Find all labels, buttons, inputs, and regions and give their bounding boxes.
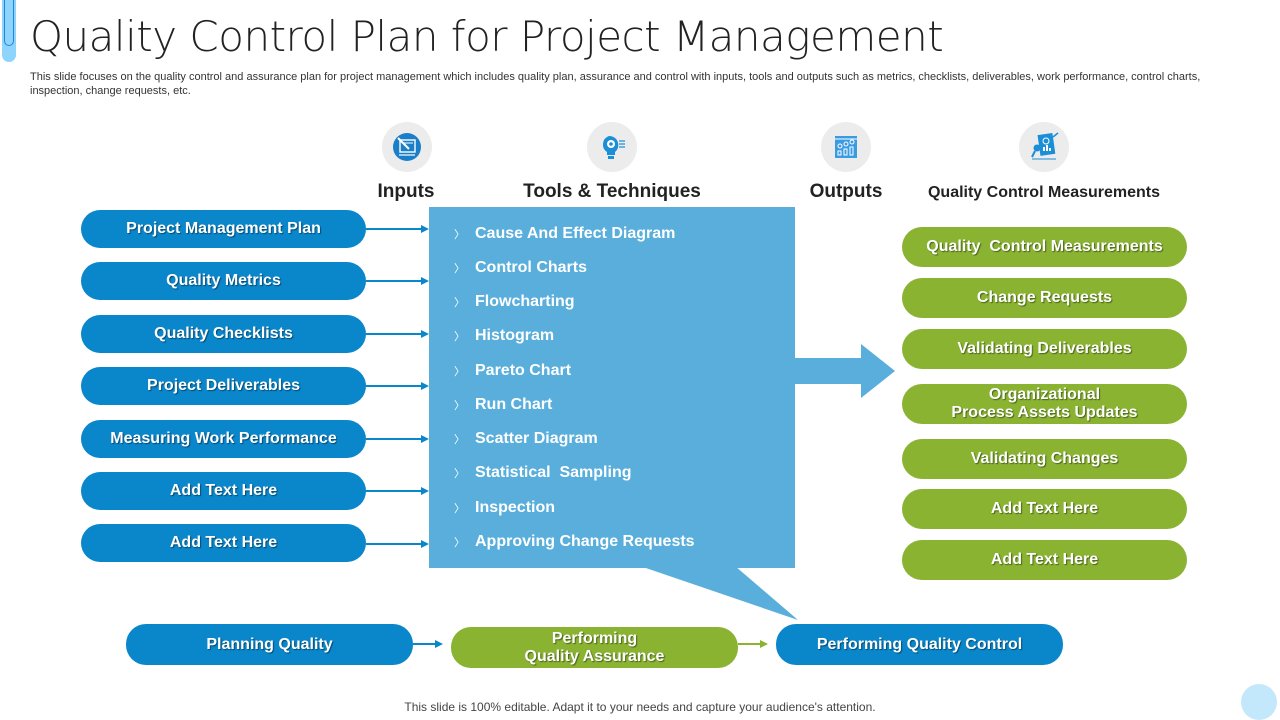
chevron-right-icon: 〉 (454, 537, 465, 549)
tool-item: 〉 Histogram (454, 327, 554, 345)
output-pill[interactable]: Add Text Here (902, 540, 1187, 580)
output-pill[interactable]: Organizational Process Assets Updates (902, 384, 1187, 424)
tool-item-label: Cause And Effect Diagram (475, 225, 676, 242)
chevron-right-icon: 〉 (454, 297, 465, 309)
chevron-right-icon: 〉 (454, 400, 465, 412)
chevron-right-icon: 〉 (454, 468, 465, 480)
tool-item-label: Statistical Sampling (475, 464, 632, 481)
input-pill[interactable]: Add Text Here (81, 472, 366, 510)
tools-callout-tail (640, 566, 798, 620)
tool-item-label: Histogram (475, 327, 555, 344)
tools-icon-badge (587, 122, 637, 172)
input-arrow (366, 487, 429, 495)
input-arrow (366, 277, 429, 285)
tool-item-label: Approving Change Requests (475, 533, 695, 550)
tool-item: 〉 Pareto Chart (454, 362, 571, 380)
input-pill[interactable]: Quality Metrics (81, 262, 366, 300)
output-pill[interactable]: Quality Control Measurements (902, 227, 1187, 267)
outputs-icon-badge (821, 122, 871, 172)
input-pill[interactable]: Project Deliverables (81, 367, 366, 405)
input-arrow (366, 435, 429, 443)
footer-note: This slide is 100% editable. Adapt it to… (404, 700, 876, 714)
tool-item: 〉 Control Charts (454, 259, 587, 277)
tool-item: 〉 Inspection (454, 499, 555, 517)
tool-item-label: Scatter Diagram (475, 430, 598, 447)
input-arrow (366, 330, 429, 338)
output-pill[interactable]: Validating Deliverables (902, 329, 1187, 369)
input-pill[interactable]: Measuring Work Performance (81, 420, 366, 458)
inputs-icon-badge (382, 122, 432, 172)
chevron-right-icon: 〉 (454, 331, 465, 343)
column-heading-qc-measurements: Quality Control Measurements (927, 184, 1161, 201)
tool-item-label: Inspection (475, 499, 556, 516)
tool-item: 〉 Cause And Effect Diagram (454, 225, 675, 243)
report-analysis-icon (1031, 132, 1059, 160)
dashboard-chart-icon (835, 136, 857, 158)
chevron-right-icon: 〉 (454, 229, 465, 241)
tool-item: 〉 Statistical Sampling (454, 464, 631, 482)
lightbulb-gear-icon (602, 135, 625, 159)
tool-item: 〉 Scatter Diagram (454, 430, 598, 448)
chevron-right-icon: 〉 (454, 366, 465, 378)
column-heading-outputs: Outputs (809, 181, 883, 202)
process-step-quality-control[interactable]: Performing Quality Control (776, 624, 1063, 665)
project-plan-icon (393, 133, 421, 161)
chevron-right-icon: 〉 (454, 503, 465, 515)
output-pill[interactable]: Change Requests (902, 278, 1187, 318)
qc-measurements-icon-badge (1019, 122, 1069, 172)
tool-item-label: Run Chart (475, 396, 553, 413)
tool-item-label: Flowcharting (475, 293, 575, 310)
corner-decoration-circle (1241, 684, 1277, 720)
tool-item: 〉 Approving Change Requests (454, 533, 695, 551)
column-heading-inputs: Inputs (377, 181, 435, 202)
input-pill[interactable]: Project Management Plan (81, 210, 366, 248)
input-arrow (366, 540, 429, 548)
tool-item: 〉 Flowcharting (454, 293, 575, 311)
input-arrow (366, 225, 429, 233)
output-pill[interactable]: Validating Changes (902, 439, 1187, 479)
tool-item: 〉 Run Chart (454, 396, 552, 414)
input-pill[interactable]: Quality Checklists (81, 315, 366, 353)
tool-item-label: Pareto Chart (475, 362, 572, 379)
tool-item-label: Control Charts (475, 259, 587, 276)
chevron-right-icon: 〉 (454, 263, 465, 275)
tools-to-outputs-arrow (795, 344, 895, 398)
column-heading-tools: Tools & Techniques (523, 181, 701, 202)
input-pill[interactable]: Add Text Here (81, 524, 366, 562)
process-step-planning-quality[interactable]: Planning Quality (126, 624, 413, 665)
process-arrow (413, 640, 443, 648)
slide-subtitle: This slide focuses on the quality contro… (30, 71, 1201, 97)
process-arrow (738, 640, 768, 648)
slide-title: Quality Control Plan for Project Managem… (30, 12, 944, 61)
input-arrow (366, 382, 429, 390)
top-left-accent-outline (4, 0, 14, 46)
output-pill[interactable]: Add Text Here (902, 489, 1187, 529)
chevron-right-icon: 〉 (454, 434, 465, 446)
process-step-quality-assurance[interactable]: Performing Quality Assurance (451, 627, 738, 668)
